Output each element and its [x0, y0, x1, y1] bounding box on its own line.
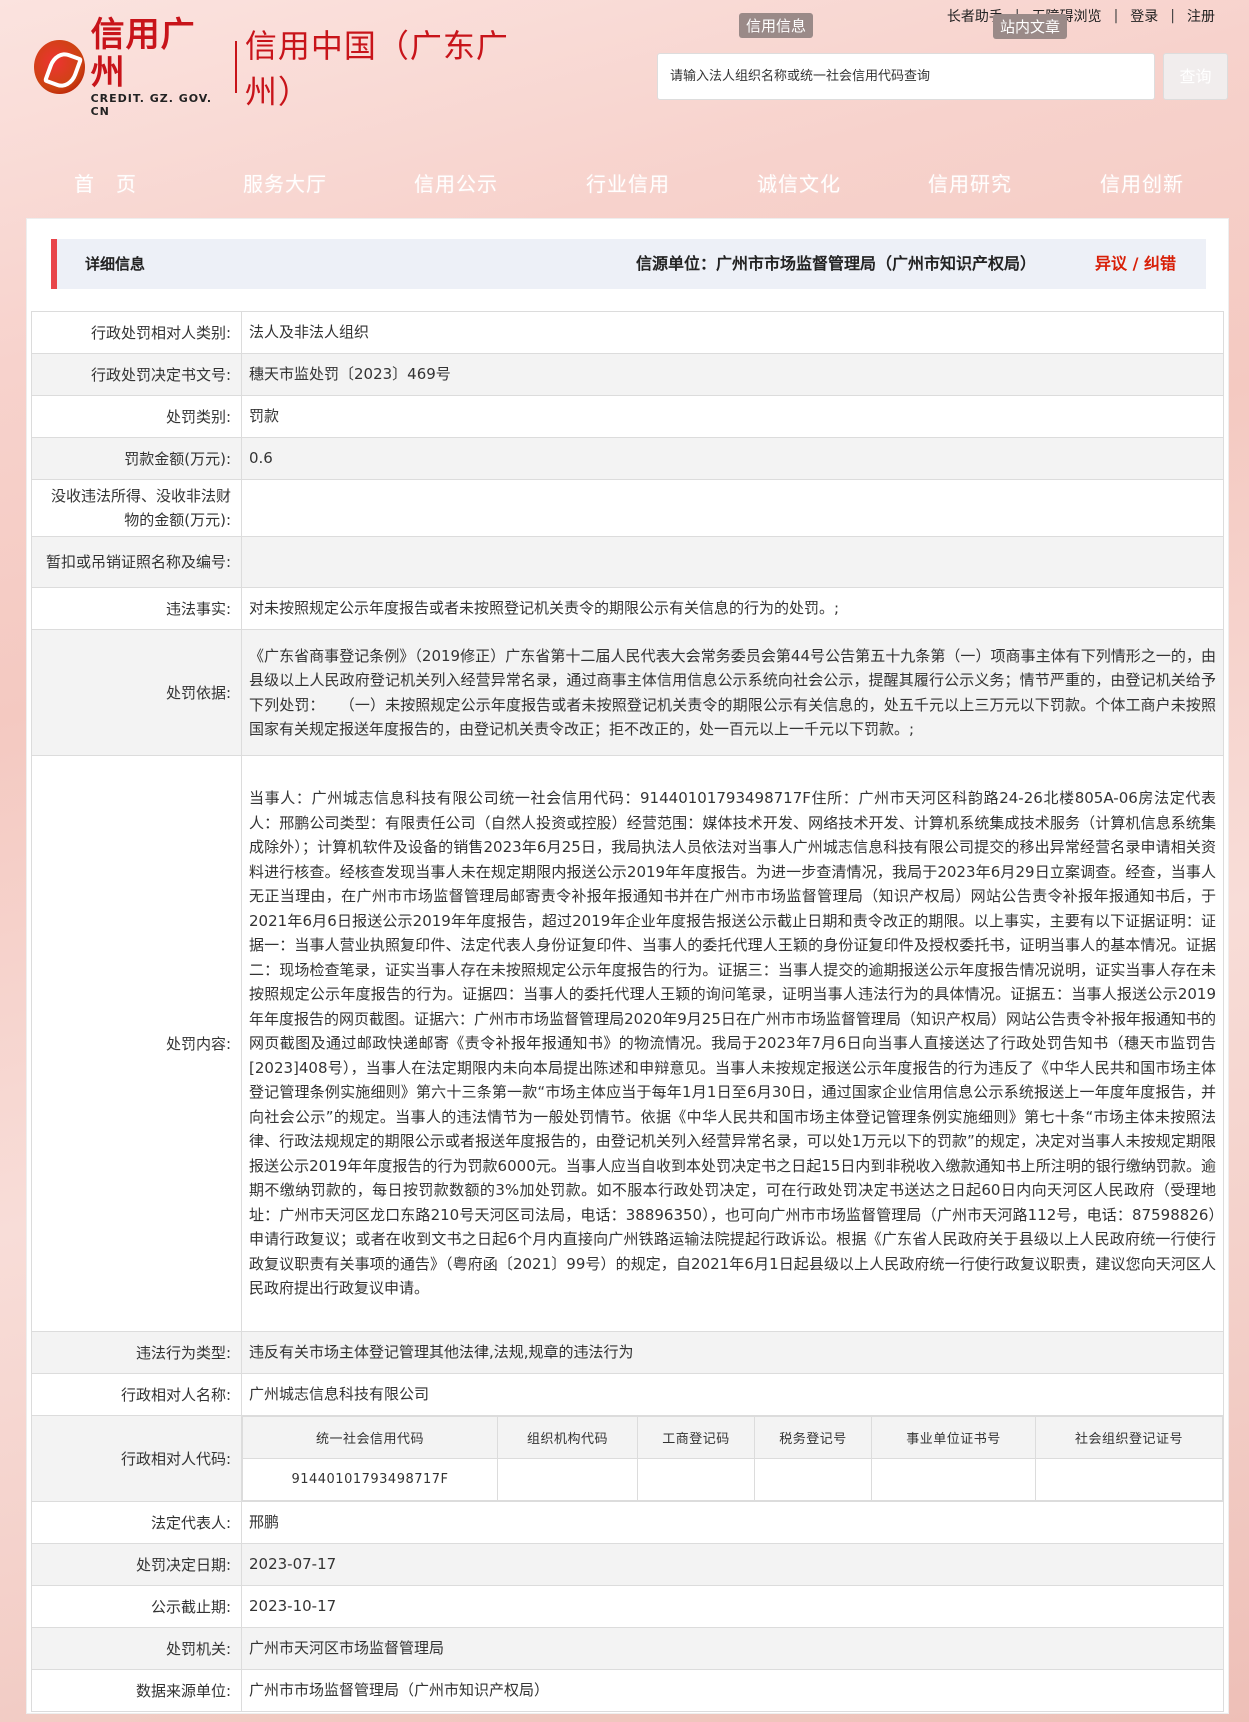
logo-title: 信用广州: [90, 15, 196, 93]
table-row: 法定代表人: 邢鹏: [31, 1501, 1224, 1544]
row-key: 公示截止期:: [31, 1585, 242, 1628]
codes-header: 税务登记号: [754, 1416, 872, 1459]
row-value: 广州城志信息科技有限公司: [241, 1373, 1224, 1416]
table-row: 公示截止期: 2023-10-17: [31, 1585, 1224, 1628]
row-value: 违反有关市场主体登记管理其他法律,法规,规章的违法行为: [241, 1331, 1224, 1374]
codes-header: 统一社会信用代码: [242, 1416, 498, 1459]
credit-info-tab[interactable]: 信用信息: [739, 13, 814, 38]
row-value: [241, 536, 1224, 588]
table-row: 违法事实: 对未按照规定公示年度报告或者未按照登记机关责令的期限公示有关信息的行…: [31, 587, 1224, 630]
table-row: 处罚依据: 《广东省商事登记条例》（2019修正）广东省第十二届人民代表大会常务…: [31, 629, 1224, 756]
table-row: 罚款金额(万元): 0.6: [31, 437, 1224, 480]
table-row: 数据来源单位: 广州市市场监督管理局（广州市知识产权局）: [31, 1669, 1224, 1712]
nav-item-credit-research[interactable]: 信用研究: [928, 168, 1012, 197]
codes-value: [754, 1458, 872, 1501]
top-links: 长者助手 | 无障碍浏览 | 登录 | 注册: [935, 6, 1227, 26]
search-button[interactable]: 查询: [1163, 53, 1228, 100]
codes-header: 组织机构代码: [497, 1416, 638, 1459]
nav-item-credit-innovation[interactable]: 信用创新: [1100, 168, 1184, 197]
row-value: 当事人：广州城志信息科技有限公司统一社会信用代码：914401017934987…: [241, 755, 1224, 1332]
row-value: 穗天市监处罚〔2023〕469号: [241, 353, 1224, 396]
row-value: 对未按照规定公示年度报告或者未按照登记机关责令的期限公示有关信息的行为的处罚。;: [241, 587, 1224, 630]
main-nav: 首 页 服务大厅 信用公示 行业信用 诚信文化 信用研究 信用创新: [0, 168, 1249, 202]
row-value: 广州市天河区市场监督管理局: [241, 1627, 1224, 1670]
row-key: 处罚机关:: [31, 1627, 242, 1670]
row-key: 违法事实:: [31, 587, 242, 630]
detail-title: 详细信息: [85, 255, 146, 273]
row-value: 《广东省商事登记条例》（2019修正）广东省第十二届人民代表大会常务委员会第44…: [241, 629, 1224, 756]
row-key: 法定代表人:: [31, 1501, 242, 1544]
row-key: 没收违法所得、没收非法财物的金额(万元):: [31, 479, 242, 537]
table-row: 没收违法所得、没收非法财物的金额(万元):: [31, 479, 1224, 537]
row-value: 邢鹏: [241, 1501, 1224, 1544]
codes-header: 社会组织登记证号: [1035, 1416, 1223, 1459]
table-row: 处罚类别: 罚款: [31, 395, 1224, 438]
nav-item-industry-credit[interactable]: 行业信用: [586, 168, 670, 197]
codes-cell: 统一社会信用代码 组织机构代码 工商登记码 税务登记号 事业单位证书号 社会组织…: [241, 1415, 1224, 1502]
row-value: 罚款: [241, 395, 1224, 438]
codes-value: 91440101793498717F: [242, 1458, 498, 1501]
register-link[interactable]: 注册: [1175, 6, 1227, 26]
row-key: 行政相对人代码:: [31, 1415, 242, 1502]
dispute-link[interactable]: 异议 / 纠错: [1095, 239, 1176, 289]
table-row: 行政处罚决定书文号: 穗天市监处罚〔2023〕469号: [31, 353, 1224, 396]
table-row: 处罚决定日期: 2023-07-17: [31, 1543, 1224, 1586]
logo-subtitle: 信用中国（广东广州）: [244, 27, 509, 111]
codes-header: 工商登记码: [637, 1416, 755, 1459]
logo-text: 信用广州 CREDIT. GZ. GOV. CN: [91, 16, 227, 118]
codes-value: [497, 1458, 638, 1501]
table-row-codes: 行政相对人代码: 统一社会信用代码 组织机构代码 工商登记码 税务登记号 事业单…: [31, 1415, 1224, 1502]
row-value: [241, 479, 1224, 537]
detail-table: 行政处罚相对人类别: 法人及非法人组织 行政处罚决定书文号: 穗天市监处罚〔20…: [31, 311, 1224, 1712]
nav-item-home[interactable]: 首 页: [74, 168, 137, 197]
nav-item-integrity-culture[interactable]: 诚信文化: [757, 168, 841, 197]
codes-value: [637, 1458, 755, 1501]
info-source: 信源单位：广州市市场监督管理局（广州市知识产权局）: [635, 254, 1036, 273]
table-row: 处罚机关: 广州市天河区市场监督管理局: [31, 1627, 1224, 1670]
table-row: 处罚内容: 当事人：广州城志信息科技有限公司统一社会信用代码：914401017…: [31, 755, 1224, 1332]
row-key: 行政相对人名称:: [31, 1373, 242, 1416]
detail-header: 详细信息 信源单位：广州市市场监督管理局（广州市知识产权局） 异议 / 纠错: [51, 239, 1206, 289]
credit-logo-icon: [34, 40, 85, 94]
site-logo[interactable]: 信用广州 CREDIT. GZ. GOV. CN 信用中国（广东广州）: [34, 16, 554, 118]
row-key: 处罚决定日期:: [31, 1543, 242, 1586]
row-key: 违法行为类型:: [31, 1331, 242, 1374]
codes-header: 事业单位证书号: [871, 1416, 1036, 1459]
row-value: 法人及非法人组织: [241, 311, 1224, 354]
search-input[interactable]: 请输入法人组织名称或统一社会信用代码查询: [657, 53, 1155, 100]
logo-divider: [234, 41, 237, 93]
codes-table: 统一社会信用代码 组织机构代码 工商登记码 税务登记号 事业单位证书号 社会组织…: [242, 1416, 1223, 1501]
row-key: 行政处罚决定书文号:: [31, 353, 242, 396]
row-value: 广州市市场监督管理局（广州市知识产权局）: [241, 1669, 1224, 1712]
row-value: 2023-10-17: [241, 1585, 1224, 1628]
codes-value: [871, 1458, 1036, 1501]
detail-panel: 详细信息 信源单位：广州市市场监督管理局（广州市知识产权局） 异议 / 纠错 行…: [26, 218, 1229, 1714]
login-link[interactable]: 登录: [1118, 6, 1170, 26]
table-row: 暂扣或吊销证照名称及编号:: [31, 536, 1224, 588]
row-key: 处罚依据:: [31, 629, 242, 756]
nav-item-service-hall[interactable]: 服务大厅: [243, 168, 327, 197]
codes-value: [1035, 1458, 1223, 1501]
row-value: 0.6: [241, 437, 1224, 480]
codes-header-row: 统一社会信用代码 组织机构代码 工商登记码 税务登记号 事业单位证书号 社会组织…: [242, 1416, 1223, 1459]
codes-value-row: 91440101793498717F: [242, 1458, 1223, 1501]
logo-domain: CREDIT. GZ. GOV. CN: [90, 92, 213, 118]
table-row: 行政相对人名称: 广州城志信息科技有限公司: [31, 1373, 1224, 1416]
row-key: 罚款金额(万元):: [31, 437, 242, 480]
table-row: 行政处罚相对人类别: 法人及非法人组织: [31, 311, 1224, 354]
row-key: 行政处罚相对人类别:: [31, 311, 242, 354]
nav-item-credit-publicity[interactable]: 信用公示: [414, 168, 498, 197]
site-articles-tab[interactable]: 站内文章: [993, 14, 1068, 39]
row-key: 暂扣或吊销证照名称及编号:: [31, 536, 242, 588]
row-value: 2023-07-17: [241, 1543, 1224, 1586]
row-key: 处罚类别:: [31, 395, 242, 438]
header-accent: [51, 239, 57, 289]
row-key: 数据来源单位:: [31, 1669, 242, 1712]
table-row: 违法行为类型: 违反有关市场主体登记管理其他法律,法规,规章的违法行为: [31, 1331, 1224, 1374]
row-key: 处罚内容:: [31, 755, 242, 1332]
